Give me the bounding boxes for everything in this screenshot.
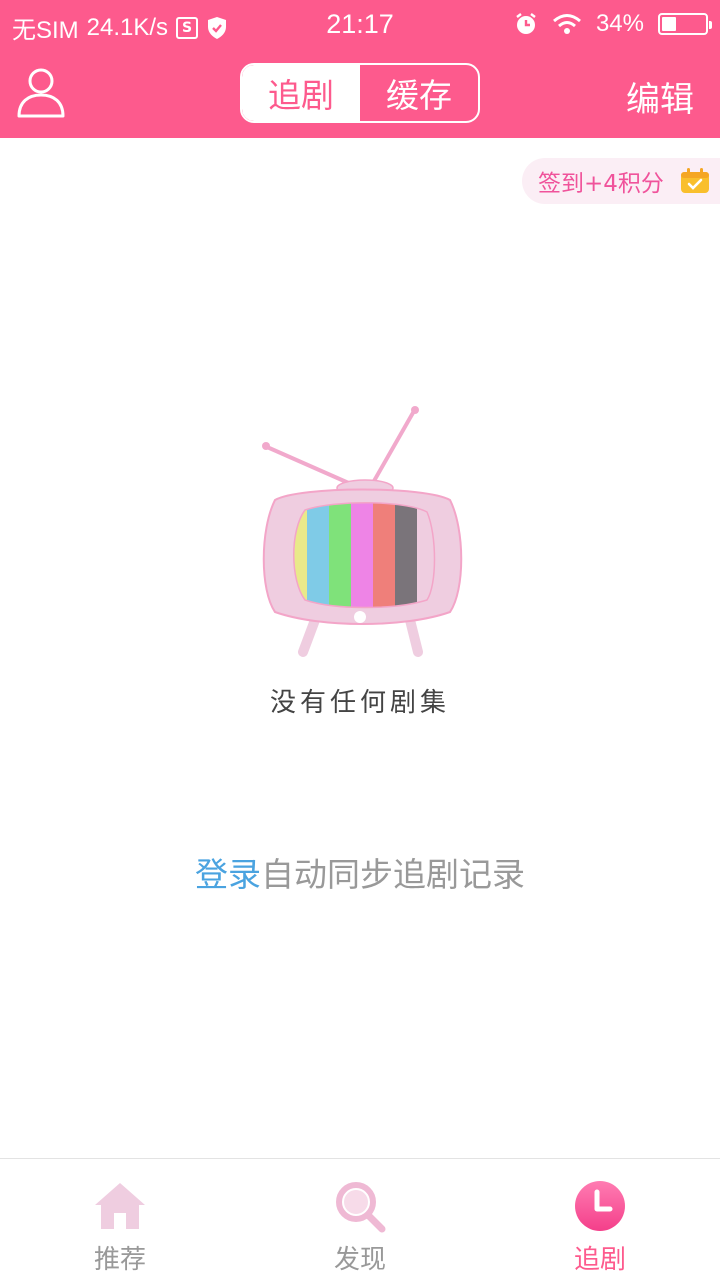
nav-label: 追剧 [573,1245,626,1275]
nav-label: 推荐 [93,1245,146,1275]
nav-following[interactable]: 追剧 [480,1159,720,1280]
tab-following[interactable]: 追剧 [242,65,360,121]
alarm-icon [516,13,536,34]
wifi-icon [552,14,581,34]
bottom-nav: 推荐 发现 追剧 [0,1158,720,1280]
login-link[interactable]: 登录 [195,855,261,894]
login-prompt-text: 自动同步追剧记录 [261,855,525,894]
user-profile-icon[interactable] [16,66,66,120]
login-prompt: 登录自动同步追剧记录 [0,848,720,896]
calendar-check-icon [681,168,709,193]
status-right: 34% [514,10,712,38]
battery-icon [658,13,712,35]
nav-discover[interactable]: 发现 [240,1159,480,1280]
battery-percent: 34% [595,10,644,37]
search-icon [336,1182,386,1233]
nav-recommend[interactable]: 推荐 [0,1159,240,1280]
checkin-button[interactable]: 签到+4积分 [522,158,720,204]
home-icon [95,1183,145,1229]
clock-icon [575,1181,625,1231]
tv-illustration [262,406,463,657]
edit-button[interactable]: 编辑 [626,72,694,121]
tab-cache[interactable]: 缓存 [360,65,478,121]
empty-state-text: 没有任何剧集 [269,688,450,718]
battery-fill [662,17,677,31]
checkin-label: 签到+4积分 [538,171,664,197]
status-bar: 无SIM 24.1K/s S 21:17 34% [0,0,720,50]
nav-label: 发现 [333,1245,386,1275]
tab-switcher: 追剧 缓存 [240,63,480,123]
header: 追剧 缓存 编辑 [0,50,720,138]
